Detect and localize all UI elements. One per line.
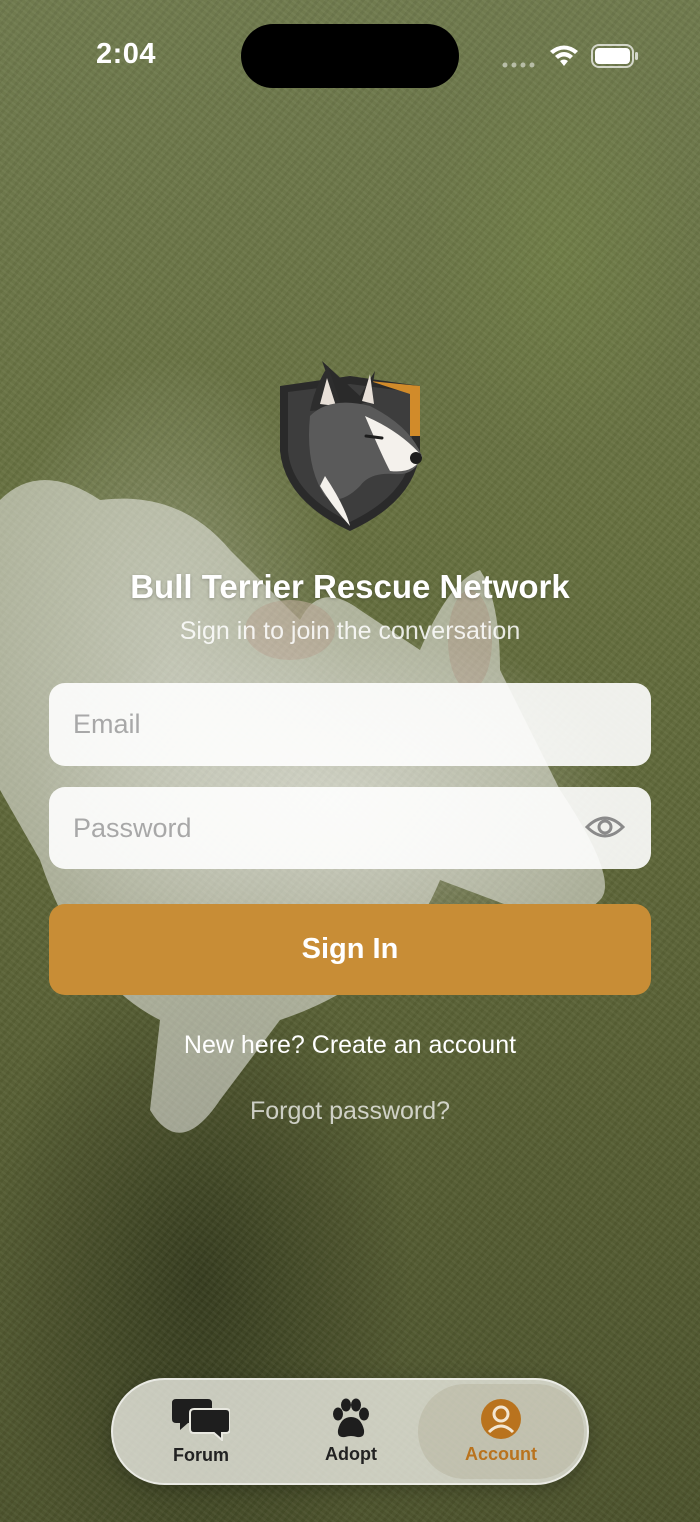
- login-screen: 2:04 Bull Terrier Rescue Network Sign in…: [0, 0, 700, 1522]
- eye-icon[interactable]: [585, 813, 625, 841]
- app-subtitle: Sign in to join the conversation: [179, 617, 521, 645]
- account-circle-icon: [481, 1399, 521, 1439]
- email-field[interactable]: [49, 683, 651, 766]
- status-bar: 2:04: [0, 0, 700, 110]
- sign-in-button[interactable]: Sign In: [49, 904, 651, 995]
- tab-forum-label: Forum: [173, 1445, 229, 1465]
- tab-account[interactable]: Account: [418, 1384, 584, 1479]
- status-time: 2:04: [96, 38, 157, 70]
- tab-forum[interactable]: Forum: [118, 1384, 284, 1479]
- password-field[interactable]: [49, 787, 651, 869]
- paw-icon: [333, 1398, 369, 1438]
- bull-terrier-shield-logo: [280, 361, 422, 531]
- tab-bar: Forum Adopt Account: [111, 1378, 589, 1485]
- forgot-password-link[interactable]: Forgot password?: [0, 1097, 700, 1126]
- tab-adopt[interactable]: Adopt: [268, 1384, 434, 1479]
- app-title: Bull Terrier Rescue Network: [130, 568, 570, 605]
- dynamic-island: [241, 24, 459, 88]
- chat-bubbles-icon: [172, 1399, 230, 1441]
- battery-icon: [591, 44, 638, 68]
- tab-adopt-label: Adopt: [325, 1444, 377, 1464]
- wifi-icon: [550, 45, 578, 66]
- password-field-container: [49, 787, 651, 869]
- tab-account-label: Account: [465, 1444, 537, 1464]
- create-account-link[interactable]: New here? Create an account: [0, 1031, 700, 1060]
- cellular-signal-icon: [502, 62, 535, 68]
